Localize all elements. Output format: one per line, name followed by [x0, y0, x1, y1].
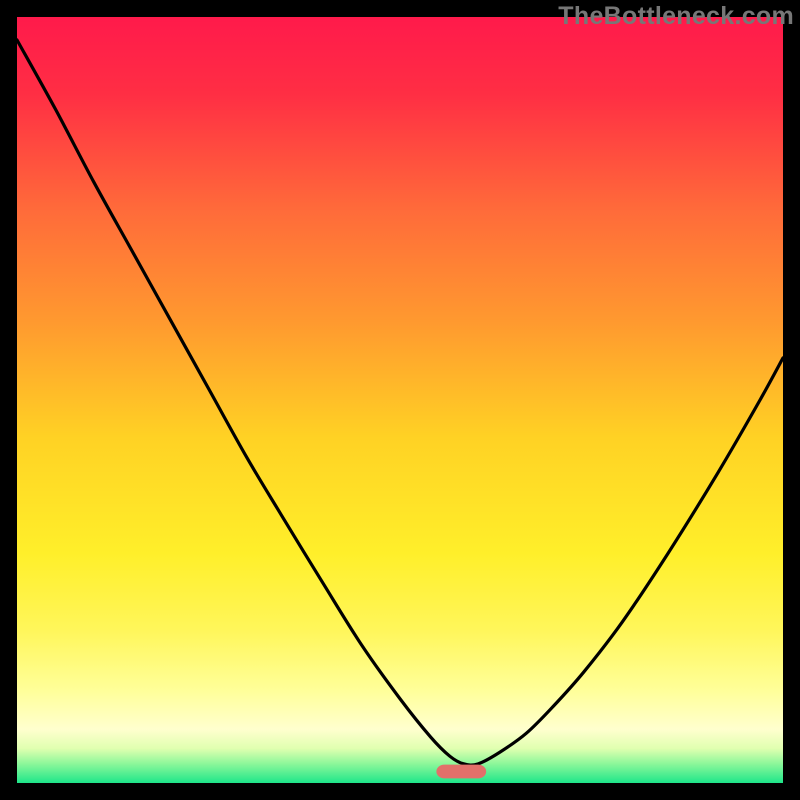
watermark-text: TheBottleneck.com — [558, 2, 794, 31]
plot-area — [17, 17, 783, 783]
target-marker — [436, 765, 486, 779]
chart-svg — [17, 17, 783, 783]
gradient-background — [17, 17, 783, 783]
chart-frame: TheBottleneck.com — [0, 0, 800, 800]
